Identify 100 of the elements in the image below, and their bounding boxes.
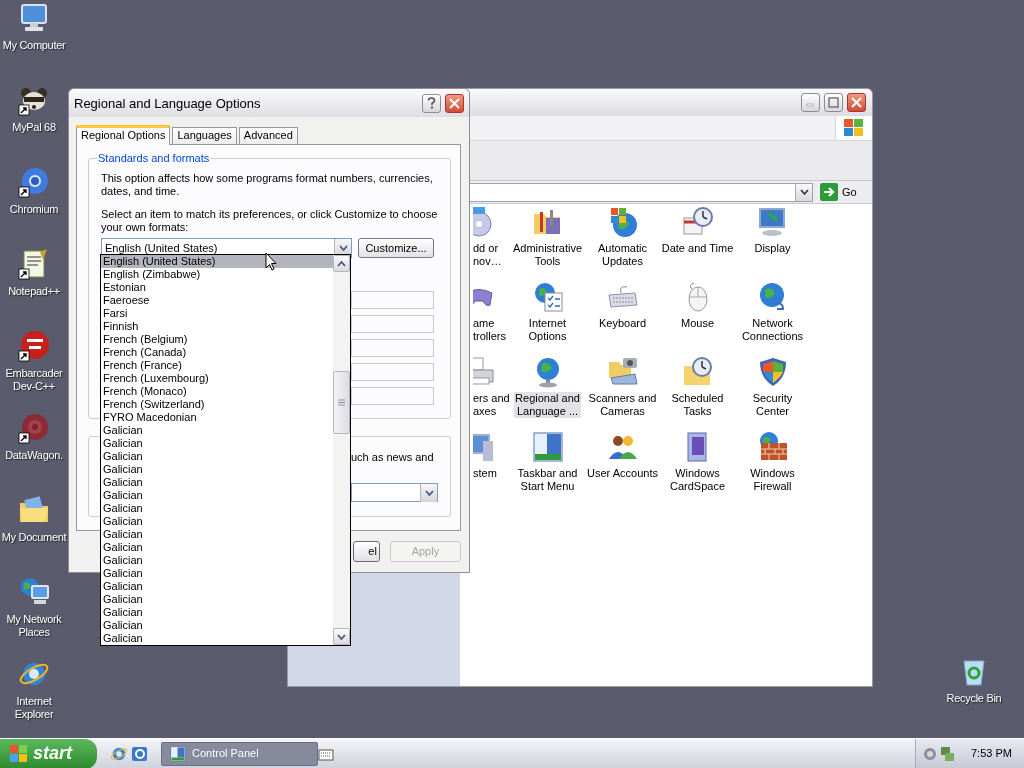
list-option[interactable]: English (Zimbabwe) (101, 268, 333, 281)
control-panel-item[interactable]: Network Connections (740, 317, 805, 343)
list-option[interactable]: Faeroese (101, 294, 333, 307)
icon-label[interactable]: Notepad++ (8, 285, 60, 298)
list-option[interactable]: Galician (101, 463, 333, 476)
list-option[interactable]: French (Switzerland) (101, 398, 333, 411)
scrollbar-thumb[interactable] (333, 371, 350, 434)
caret-icon (337, 633, 346, 640)
dialog-button[interactable]: el (353, 541, 380, 562)
windows-logo-icon (843, 118, 865, 138)
list-option[interactable]: Galician (101, 619, 333, 632)
control-panel-item[interactable]: Windows Firewall (749, 467, 796, 493)
control-panel-item[interactable]: Date and Time (660, 242, 735, 255)
control-panel-item[interactable]: Regional and Language ... (514, 392, 581, 418)
text-field[interactable] (351, 315, 434, 333)
caret-icon (338, 245, 348, 251)
close-icon (851, 97, 862, 108)
list-option[interactable]: Galician (101, 476, 333, 489)
control-panel-item[interactable]: ers and axes (473, 392, 510, 418)
camera-folder-icon (606, 356, 639, 388)
list-option[interactable]: Galician (101, 606, 333, 619)
control-panel-item[interactable]: Windows CardSpace (668, 467, 726, 493)
maximize-icon (828, 97, 839, 108)
scrollbar[interactable] (333, 255, 350, 645)
shield-icon[interactable] (923, 746, 937, 761)
text-field[interactable] (351, 387, 434, 405)
icon-label[interactable]: Chromium (9, 203, 59, 216)
icon-label[interactable]: My Document (1, 531, 67, 544)
tab[interactable]: Advanced (238, 127, 298, 144)
control-panel-item[interactable]: Internet Options (527, 317, 568, 343)
group-title: Standards and formats (97, 152, 211, 165)
computer-icon (18, 2, 50, 34)
window-panels-icon (170, 745, 186, 762)
close-button[interactable] (847, 93, 866, 112)
group-text: uch as news and (351, 451, 434, 463)
text-field[interactable] (351, 363, 434, 381)
list-option[interactable]: French (France) (101, 359, 333, 372)
control-panel-item[interactable]: Keyboard (597, 317, 648, 330)
control-panel-item[interactable]: Scheduled Tasks (670, 392, 725, 418)
description-text: This option affects how some programs format numbers, currencies, dates, and time. (101, 172, 434, 198)
list-option[interactable]: Galician (101, 515, 333, 528)
help-button[interactable] (422, 93, 441, 113)
clock[interactable]: 7:53 PM (971, 747, 1012, 760)
control-panel-item[interactable]: Taskbar and Start Menu (516, 467, 579, 493)
icon-label[interactable]: My Network Places (6, 613, 62, 639)
list-option[interactable]: Galician (101, 554, 333, 567)
icon-label[interactable]: Embarcader Dev-C++ (5, 367, 63, 393)
scroll-down-button[interactable] (333, 628, 350, 645)
maximize-button[interactable] (824, 93, 843, 112)
minimize-button[interactable] (801, 93, 820, 112)
list-option[interactable]: Galician (101, 632, 333, 645)
control-panel-item[interactable]: Security Center (751, 392, 794, 418)
list-option[interactable]: Farsi (101, 307, 333, 320)
list-option[interactable]: Galician (101, 489, 333, 502)
icon-label[interactable]: Recycle Bin (946, 692, 1002, 705)
list-option[interactable]: French (Monaco) (101, 385, 333, 398)
control-panel-item[interactable]: Automatic Updates (597, 242, 648, 268)
list-option[interactable]: Galician (101, 450, 333, 463)
go-button[interactable]: Go (818, 183, 859, 201)
icon-label[interactable]: DataWagon. (5, 449, 63, 462)
keyboard-icon[interactable] (318, 746, 334, 761)
list-option[interactable]: French (Belgium) (101, 333, 333, 346)
list-option[interactable]: Galician (101, 580, 333, 593)
list-option[interactable]: Galician (101, 541, 333, 554)
control-panel-item[interactable]: ame trollers (473, 317, 506, 343)
control-panel-item[interactable]: Scanners and Cameras (587, 392, 658, 418)
icon-label[interactable]: Internet Explorer (14, 695, 54, 721)
close-button[interactable] (445, 93, 464, 113)
control-panel-item[interactable]: stem (473, 467, 497, 480)
list-option[interactable]: French (Luxembourg) (101, 372, 333, 385)
network-icon[interactable] (939, 745, 955, 762)
dropdown-field[interactable] (351, 483, 438, 502)
control-panel-item[interactable]: User Accounts (586, 467, 659, 480)
icon-label[interactable]: MyPal 68 (12, 121, 56, 134)
list-option[interactable]: English (United States) (101, 255, 333, 268)
list-option[interactable]: Galician (101, 424, 333, 437)
list-option[interactable]: Finnish (101, 320, 333, 333)
control-panel-item[interactable]: Administrative Tools (511, 242, 584, 268)
scroll-up-button[interactable] (333, 255, 350, 272)
list-option[interactable]: Galician (101, 502, 333, 515)
list-option[interactable]: Estonian (101, 281, 333, 294)
caret-up-icon (337, 260, 346, 267)
control-panel-item[interactable]: Mouse (680, 317, 715, 330)
desktop-icon[interactable] (131, 744, 149, 763)
dropdown-button[interactable] (795, 183, 812, 201)
control-panel-item[interactable]: dd or nov… (473, 242, 502, 268)
customize-button[interactable]: Customize... (358, 238, 434, 258)
tab[interactable]: Languages (172, 127, 237, 144)
list-option[interactable]: French (Canada) (101, 346, 333, 359)
icon-label[interactable]: My Computer (2, 39, 66, 52)
text-field[interactable] (351, 339, 434, 357)
list-option[interactable]: Galician (101, 567, 333, 580)
app-icon (18, 330, 50, 362)
list-option[interactable]: Galician (101, 437, 333, 450)
list-option[interactable]: Galician (101, 528, 333, 541)
control-panel-item[interactable]: Display (753, 242, 792, 255)
text-field[interactable] (351, 291, 434, 309)
list-option[interactable]: FYRO Macedonian (101, 411, 333, 424)
tab[interactable]: Regional Options (76, 125, 171, 145)
list-option[interactable]: Galician (101, 593, 333, 606)
